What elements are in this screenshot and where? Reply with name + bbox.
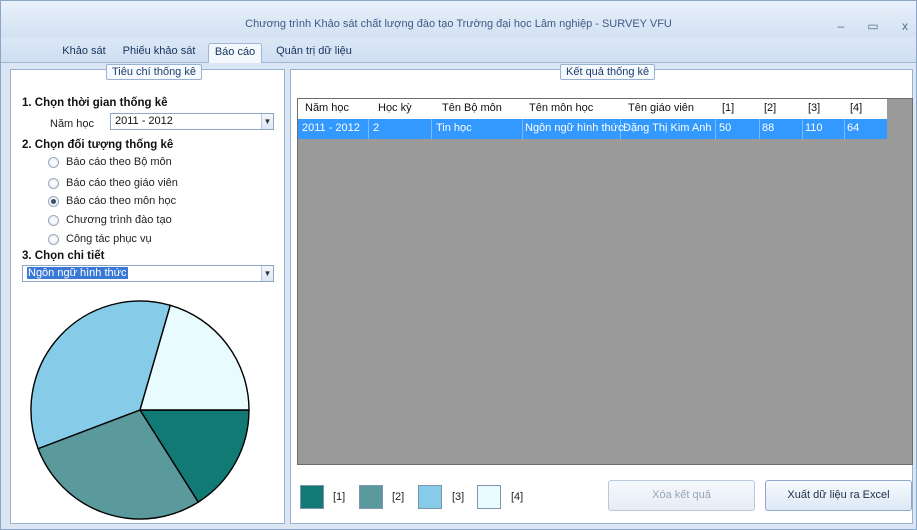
column-separator [802, 119, 803, 139]
section-time-heading: 1. Chọn thời gian thống kê [22, 97, 168, 109]
year-select-value: 2011 - 2012 [115, 115, 173, 127]
window-title: Chương trình Khảo sát chất lượng đào tạo… [245, 18, 672, 30]
cell-ten-bo-mon[interactable]: Tin học [436, 122, 472, 134]
legend-swatch-1 [300, 485, 324, 509]
cell-4[interactable]: 64 [847, 122, 859, 134]
column-header-3[interactable]: [3] [808, 102, 820, 114]
legend-swatch-3 [418, 485, 442, 509]
tab-khao-sat[interactable]: Khảo sát [57, 43, 111, 63]
section-target-heading: 2. Chọn đối tượng thống kê [22, 139, 174, 151]
legend-label-2: [2] [392, 491, 405, 503]
chevron-down-icon[interactable]: ▼ [261, 114, 273, 129]
cell-1[interactable]: 50 [719, 122, 731, 134]
legend-label-3: [3] [452, 491, 465, 503]
column-separator [715, 119, 716, 139]
radio-label: Báo cáo theo Bộ môn [66, 156, 172, 168]
legend-swatch-4 [477, 485, 501, 509]
close-button[interactable]: x [894, 19, 916, 33]
column-separator [844, 119, 845, 139]
column-header-ten-mon-hoc[interactable]: Tên môn học [529, 102, 593, 114]
tab-bao-cao[interactable]: Báo cáo [208, 43, 262, 63]
column-header-ten-giao-vien[interactable]: Tên giáo viên [628, 102, 694, 114]
radio-button-icon[interactable] [48, 215, 59, 226]
grid-header: Năm học Học kỳ Tên Bộ môn Tên môn học Tê… [298, 99, 887, 119]
column-separator [620, 119, 621, 139]
section-detail-heading: 3. Chọn chi tiết [22, 250, 105, 262]
maximize-button[interactable]: ▭ [862, 19, 884, 33]
year-label: Năm học [50, 118, 95, 130]
year-select[interactable]: 2011 - 2012 ▼ [110, 113, 274, 130]
table-row[interactable]: 2011 - 2012 2 Tin học Ngôn ngữ hình thức… [298, 119, 887, 139]
column-header-ten-bo-mon[interactable]: Tên Bộ môn [442, 102, 502, 114]
export-excel-button[interactable]: Xuất dữ liệu ra Excel [765, 480, 912, 511]
radio-button-icon[interactable] [48, 234, 59, 245]
results-panel-title: Kết quả thống kê [560, 64, 656, 80]
column-header-nam-hoc[interactable]: Năm học [305, 102, 349, 114]
column-separator [431, 119, 432, 139]
radio-label: Báo cáo theo môn học [66, 195, 177, 207]
column-header-2[interactable]: [2] [764, 102, 776, 114]
cell-hoc-ky[interactable]: 2 [373, 122, 379, 134]
tab-phieu-khao-sat[interactable]: Phiếu khảo sát [119, 43, 199, 63]
radio-label: Chương trình đào tạo [66, 214, 172, 226]
cell-2[interactable]: 88 [762, 122, 774, 134]
pie-chart [30, 300, 250, 520]
minimize-button[interactable]: – [830, 19, 852, 33]
clear-results-button[interactable]: Xóa kết quả [608, 480, 755, 511]
chevron-down-icon[interactable]: ▼ [261, 266, 273, 281]
column-separator [759, 119, 760, 139]
column-header-4[interactable]: [4] [850, 102, 862, 114]
radio-button-checked-icon[interactable] [48, 196, 59, 207]
detail-select-value: Ngôn ngữ hình thức [27, 267, 128, 279]
cell-ten-giao-vien[interactable]: Đặng Thị Kim Anh [623, 122, 711, 134]
column-separator [522, 119, 523, 139]
criteria-panel-title: Tiêu chí thống kê [106, 64, 202, 80]
detail-select[interactable]: Ngôn ngữ hình thức ▼ [22, 265, 274, 282]
radio-label: Báo cáo theo giáo viên [66, 177, 178, 189]
column-header-1[interactable]: [1] [722, 102, 734, 114]
column-separator [368, 119, 369, 139]
radio-label: Công tác phục vụ [66, 233, 152, 245]
title-bar[interactable]: Chương trình Khảo sát chất lượng đào tạo… [1, 1, 916, 37]
radio-button-icon[interactable] [48, 157, 59, 168]
cell-ten-mon-hoc[interactable]: Ngôn ngữ hình thức [525, 122, 624, 134]
legend-swatch-2 [359, 485, 383, 509]
radio-button-icon[interactable] [48, 178, 59, 189]
ribbon-tab-bar: Khảo sát Phiếu khảo sát Báo cáo Quản trị… [1, 39, 916, 63]
cell-3[interactable]: 110 [805, 122, 823, 134]
legend-label-1: [1] [333, 491, 346, 503]
tab-quan-tri-du-lieu[interactable]: Quản trị dữ liệu [267, 43, 361, 63]
cell-nam-hoc[interactable]: 2011 - 2012 [302, 122, 360, 134]
legend-label-4: [4] [511, 491, 524, 503]
results-grid[interactable]: Năm học Học kỳ Tên Bộ môn Tên môn học Tê… [297, 98, 913, 465]
column-header-hoc-ky[interactable]: Học kỳ [378, 102, 412, 114]
app-window: Chương trình Khảo sát chất lượng đào tạo… [0, 0, 917, 530]
